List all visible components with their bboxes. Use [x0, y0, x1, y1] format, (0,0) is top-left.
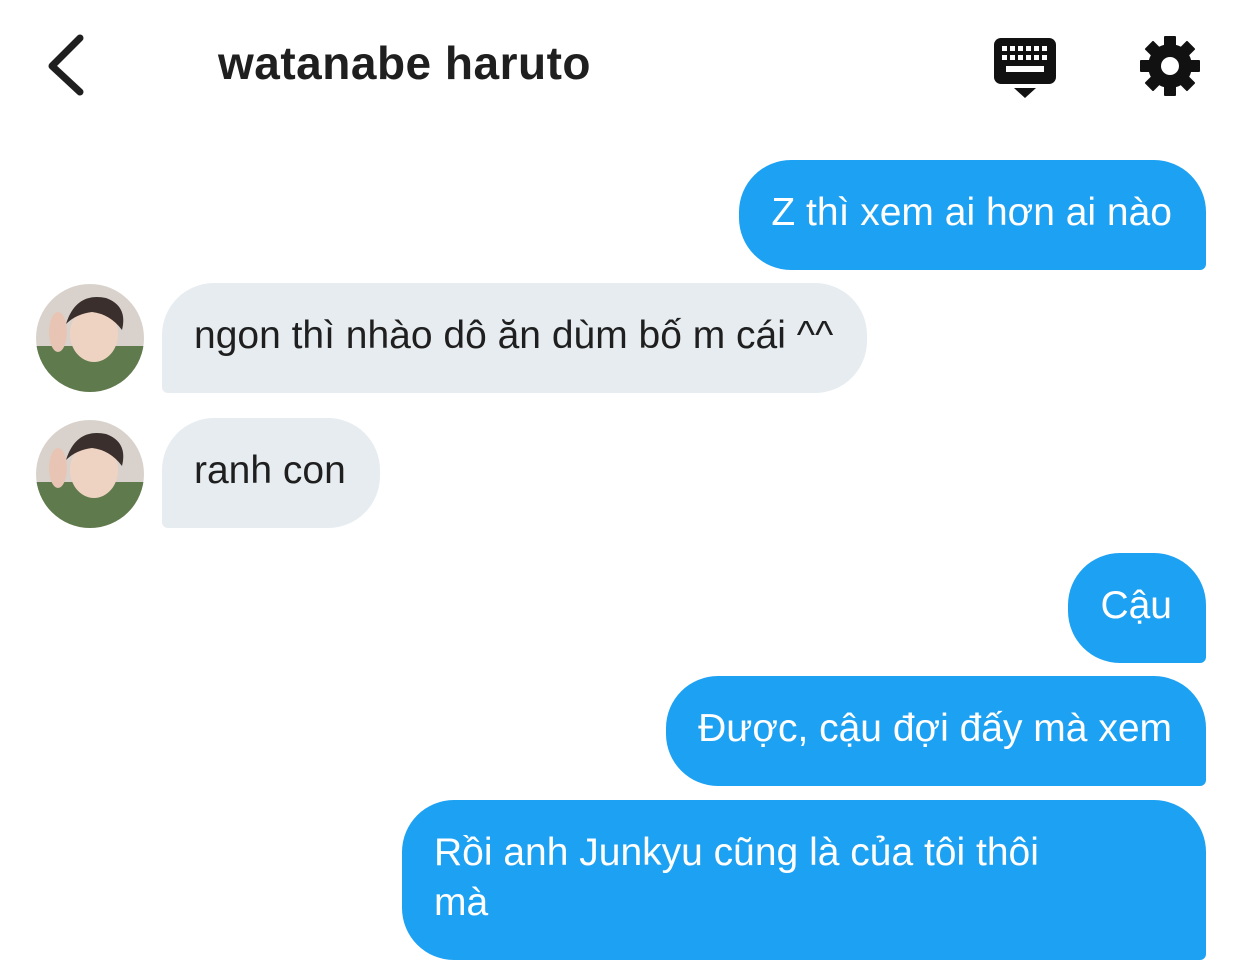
gear-icon — [1140, 36, 1200, 96]
keyboard-icon — [994, 38, 1056, 98]
avatar-photo — [36, 420, 144, 528]
message-bubble-sent[interactable]: Rồi anh Junkyu cũng là của tôi thôi mà — [402, 800, 1206, 960]
message-bubble-sent[interactable]: Được, cậu đợi đấy mà xem — [666, 676, 1206, 786]
message-bubble-sent[interactable]: Z thì xem ai hơn ai nào — [739, 160, 1206, 270]
chevron-left-icon — [48, 34, 84, 96]
avatar-photo — [36, 284, 144, 392]
header-bar: watanabe haruto — [0, 0, 1242, 130]
avatar[interactable] — [36, 420, 144, 528]
message-bubble-received[interactable]: ngon thì nhào dô ăn dùm bố m cái ^^ — [162, 283, 868, 393]
avatar[interactable] — [36, 284, 144, 392]
settings-button[interactable] — [1138, 34, 1202, 98]
conversation-title: watanabe haruto — [218, 37, 592, 89]
back-button[interactable] — [40, 30, 100, 100]
message-bubble-received[interactable]: ranh con — [162, 418, 380, 528]
message-bubble-sent[interactable]: Cậu — [1068, 553, 1206, 663]
keyboard-button[interactable] — [992, 36, 1060, 100]
